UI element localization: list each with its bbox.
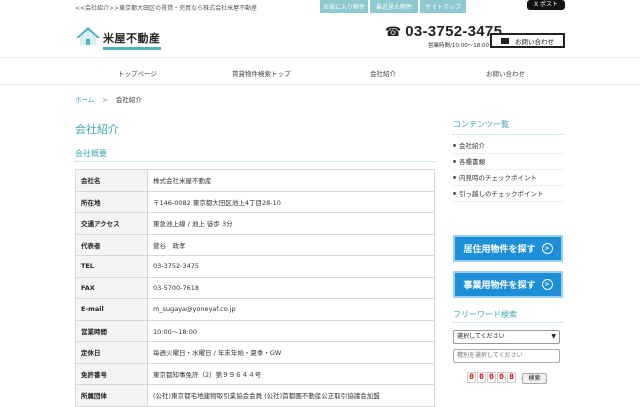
row-label: 免許番号 (75, 362, 148, 385)
table-row: FAX 03-5700-7618 (75, 276, 435, 299)
row-label: 所属団体 (75, 384, 148, 407)
table-row: 交通アクセス 東急池上線 / 池上 徒歩 3分 (75, 212, 435, 235)
row-label: FAX (75, 276, 148, 299)
nav-contact[interactable]: お問い合わせ (486, 68, 525, 78)
contact-button[interactable]: お問い合わせ (490, 33, 565, 48)
row-value: 東京都知事免許（2）第９９６４４号 (147, 362, 435, 385)
sidebar-item-moving-checkpoints[interactable]: 引っ越しのチェックポイント (453, 186, 563, 202)
row-value: 株式会社米屋不動産 (147, 169, 435, 192)
counter-digit: 0 (467, 372, 476, 383)
row-label: E-mail (75, 298, 148, 321)
favorites-link[interactable]: お気に入り物件 (320, 0, 368, 13)
row-value: 03-5700-7618 (147, 276, 435, 299)
result-counter: 0 0 0 0 8 件 (467, 372, 528, 383)
nav-company[interactable]: 会社紹介 (370, 68, 396, 78)
x-post-button[interactable]: X ポスト (527, 0, 565, 10)
counter-digit: 8 (507, 372, 516, 383)
select-value: 選択してください (457, 333, 505, 340)
section-title: 会社概要 (75, 149, 107, 158)
row-label: 所在地 (75, 190, 148, 213)
row-value: 10:00〜18:00 (147, 319, 435, 342)
logo-text: 米屋不動産 (103, 30, 161, 50)
bullet-icon (453, 176, 456, 179)
nav-rental-search[interactable]: 賃貸物件検索トップ (232, 68, 291, 78)
banner-label: 居住用物件を探す (463, 245, 536, 255)
sitemap-link[interactable]: サイトマップ (420, 0, 466, 13)
row-label: 会社名 (75, 169, 148, 192)
row-value: 03-3752-3475 (147, 255, 435, 278)
type-input[interactable]: 種別を選択してください (453, 349, 560, 363)
sidebar-divider (453, 134, 563, 135)
breadcrumb: ホーム > 会社紹介 (75, 94, 142, 104)
category-select[interactable]: 選択してください ▼ (453, 330, 560, 344)
phone-block: ☎ 03-3752-3475 (385, 23, 502, 40)
top-links: お気に入り物件 最近見た物件 サイトマップ (320, 0, 466, 13)
mail-icon (501, 37, 509, 44)
sidebar-item-documents[interactable]: 各種書類 (453, 154, 563, 170)
row-value: 菅谷 政孝 (147, 233, 435, 256)
row-value: 東急池上線 / 池上 徒歩 3分 (147, 212, 435, 235)
global-nav: トップページ 賃貸物件検索トップ 会社紹介 お問い合わせ (0, 57, 640, 85)
search-button[interactable]: 検索 (522, 373, 547, 384)
breadcrumb-home[interactable]: ホーム (75, 96, 94, 104)
business-hours: 営業時間/10:00〜18:00 (428, 43, 490, 49)
counter-digit: 0 (477, 372, 486, 383)
row-label: 交通アクセス (75, 212, 148, 235)
sidebar-item-label: 各種書類 (459, 158, 485, 166)
table-row: 所在地 〒146-0082 東京都大田区池上4丁目28-10 (75, 190, 435, 213)
breadcrumb-separator: > (102, 96, 108, 104)
row-label: 定休日 (75, 341, 148, 364)
sidebar-title: コンテンツ一覧 (453, 120, 509, 129)
contact-button-label: お問い合わせ (515, 37, 554, 46)
table-row: 営業時間 10:00〜18:00 (75, 319, 435, 342)
house-icon (75, 26, 101, 46)
business-search-banner[interactable]: 事業用物件を探す > (453, 271, 563, 298)
bullet-icon (453, 144, 456, 147)
table-row: 免許番号 東京都知事免許（2）第９９６４４号 (75, 362, 435, 385)
residential-search-banner[interactable]: 居住用物件を探す > (453, 235, 563, 262)
chevron-down-icon: ▼ (551, 333, 556, 340)
row-label: TEL (75, 255, 148, 278)
sidebar-item-label: 内見時のチェックポイント (459, 174, 537, 182)
free-word-search-title: フリーワード検索 (453, 310, 517, 319)
email-link[interactable]: m_sugaya@yoneyaf.co.jp (147, 298, 435, 321)
row-value: (公社)東京都宅地建物取引業協会会員 (公社)首都圏不動産公正取引協議会加盟 (147, 384, 435, 407)
row-value: 毎週火曜日・水曜日 / 年末年始・夏季・GW (147, 341, 435, 364)
sidebar-item-label: 引っ越しのチェックポイント (459, 190, 544, 198)
phone-number[interactable]: 03-3752-3475 (405, 23, 502, 40)
site-tagline: <<会社紹介>>東京都大田区の賃貸・売買なら株式会社米屋不動産 (75, 5, 258, 12)
recently-viewed-link[interactable]: 最近見た物件 (370, 0, 418, 13)
breadcrumb-current: 会社紹介 (115, 96, 142, 104)
table-row: 代表者 菅谷 政孝 (75, 233, 435, 256)
bullet-icon (453, 192, 456, 195)
sidebar-content-list: 会社紹介 各種書類 内見時のチェックポイント 引っ越しのチェックポイント (453, 138, 563, 202)
row-label: 営業時間 (75, 319, 148, 342)
phone-icon: ☎ (385, 23, 402, 39)
table-row: 定休日 毎週火曜日・水曜日 / 年末年始・夏季・GW (75, 341, 435, 364)
table-row: E-mail m_sugaya@yoneyaf.co.jp (75, 298, 435, 321)
sidebar-item-viewing-checkpoints[interactable]: 内見時のチェックポイント (453, 170, 563, 186)
bullet-icon (453, 160, 456, 163)
row-label: 代表者 (75, 233, 148, 256)
section-divider (75, 161, 435, 162)
banner-label: 事業用物件を探す (463, 281, 536, 291)
table-row: TEL 03-3752-3475 (75, 255, 435, 278)
table-row: 会社名 株式会社米屋不動産 (75, 169, 435, 192)
page-title: 会社紹介 (75, 123, 119, 136)
sidebar-item-company[interactable]: 会社紹介 (453, 138, 563, 154)
company-info-table: 会社名 株式会社米屋不動産 所在地 〒146-0082 東京都大田区池上4丁目28-… (75, 169, 435, 407)
site-logo[interactable]: 米屋不動産 (75, 26, 161, 50)
row-value: 〒146-0082 東京都大田区池上4丁目28-10 (147, 190, 435, 213)
arrow-right-icon: > (541, 243, 553, 254)
arrow-right-icon: > (541, 279, 553, 290)
counter-digit: 0 (487, 372, 496, 383)
table-row: 所属団体 (公社)東京都宅地建物取引業協会会員 (公社)首都圏不動産公正取引協議会… (75, 384, 435, 407)
counter-digit: 0 (497, 372, 506, 383)
sidebar-item-label: 会社紹介 (459, 142, 485, 150)
nav-top-page[interactable]: トップページ (118, 68, 157, 78)
free-word-divider (453, 322, 563, 323)
